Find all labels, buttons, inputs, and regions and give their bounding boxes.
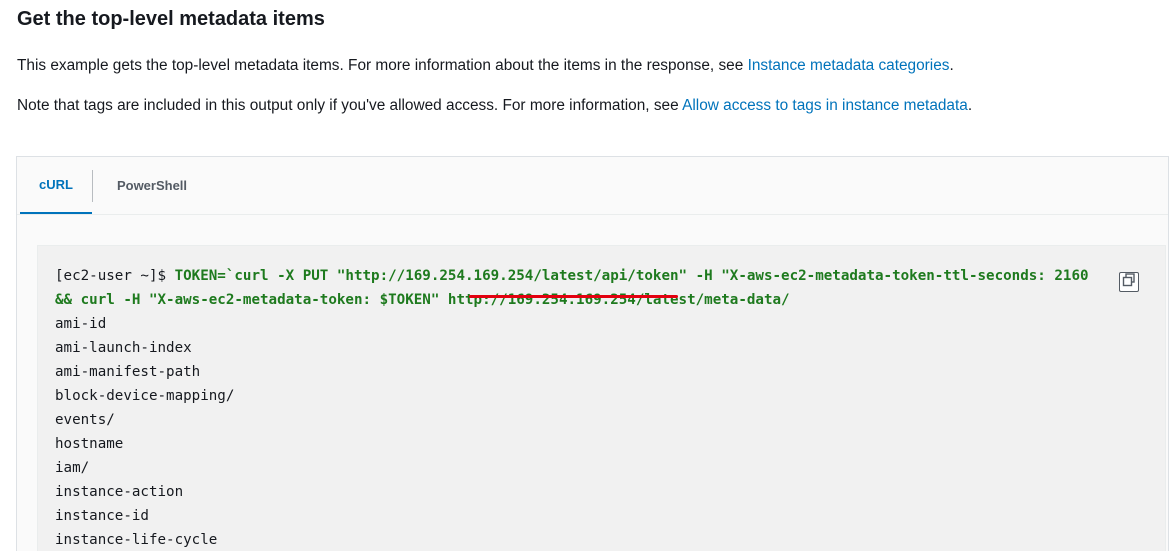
allow-tags-access-link[interactable]: Allow access to tags in instance metadat…: [682, 97, 968, 114]
code-tabs: cURL PowerShell [ec2-user ~]$ TOKEN=`cur…: [16, 156, 1169, 551]
url-highlight-underline: [469, 295, 678, 298]
intro-text: This example gets the top-level metadata…: [17, 57, 748, 74]
code-overflow-fade: [1096, 266, 1118, 296]
output-line: instance-life-cycle: [55, 532, 218, 548]
metadata-categories-link[interactable]: Instance metadata categories: [748, 57, 950, 74]
tab-divider: [92, 170, 93, 202]
output-line: block-device-mapping/: [55, 388, 235, 404]
curl-command: && curl -H "X-aws-ec2-metadata-token: $T…: [55, 292, 448, 308]
tab-bar: cURL PowerShell: [17, 157, 1168, 215]
output-line: instance-id: [55, 508, 149, 524]
output-line: instance-action: [55, 484, 184, 500]
code-line-curl: && curl -H "X-aws-ec2-metadata-token: $T…: [55, 288, 1089, 312]
tags-note-text: Note that tags are included in this outp…: [17, 97, 683, 114]
shell-prompt: [ec2-user ~]$: [55, 268, 175, 284]
output-line: ami-manifest-path: [55, 364, 201, 380]
tab-powershell[interactable]: PowerShell: [97, 157, 207, 214]
page-title: Get the top-level metadata items: [17, 8, 325, 30]
page: Get the top-level metadata items This ex…: [0, 0, 1173, 551]
tab-curl[interactable]: cURL: [20, 157, 92, 214]
output-line: ami-id: [55, 316, 107, 332]
intro-paragraph: This example gets the top-level metadata…: [17, 56, 954, 76]
tags-note-suffix: .: [967, 97, 973, 114]
copy-icon: [1122, 272, 1136, 292]
code-content: [ec2-user ~]$ TOKEN=`curl -X PUT "http:/…: [55, 264, 1089, 551]
output-line: iam/: [55, 460, 90, 476]
code-block: [ec2-user ~]$ TOKEN=`curl -X PUT "http:/…: [37, 245, 1166, 551]
token-command: TOKEN=`curl -X PUT "http://169.254.169.2…: [174, 268, 1089, 284]
output-line: events/: [55, 412, 115, 428]
output-line: ami-launch-index: [55, 340, 192, 356]
copy-button[interactable]: [1119, 272, 1139, 292]
code-line-command: [ec2-user ~]$ TOKEN=`curl -X PUT "http:/…: [55, 264, 1089, 288]
tags-note-paragraph: Note that tags are included in this outp…: [17, 96, 972, 116]
intro-suffix: .: [949, 57, 954, 74]
output-line: hostname: [55, 436, 124, 452]
